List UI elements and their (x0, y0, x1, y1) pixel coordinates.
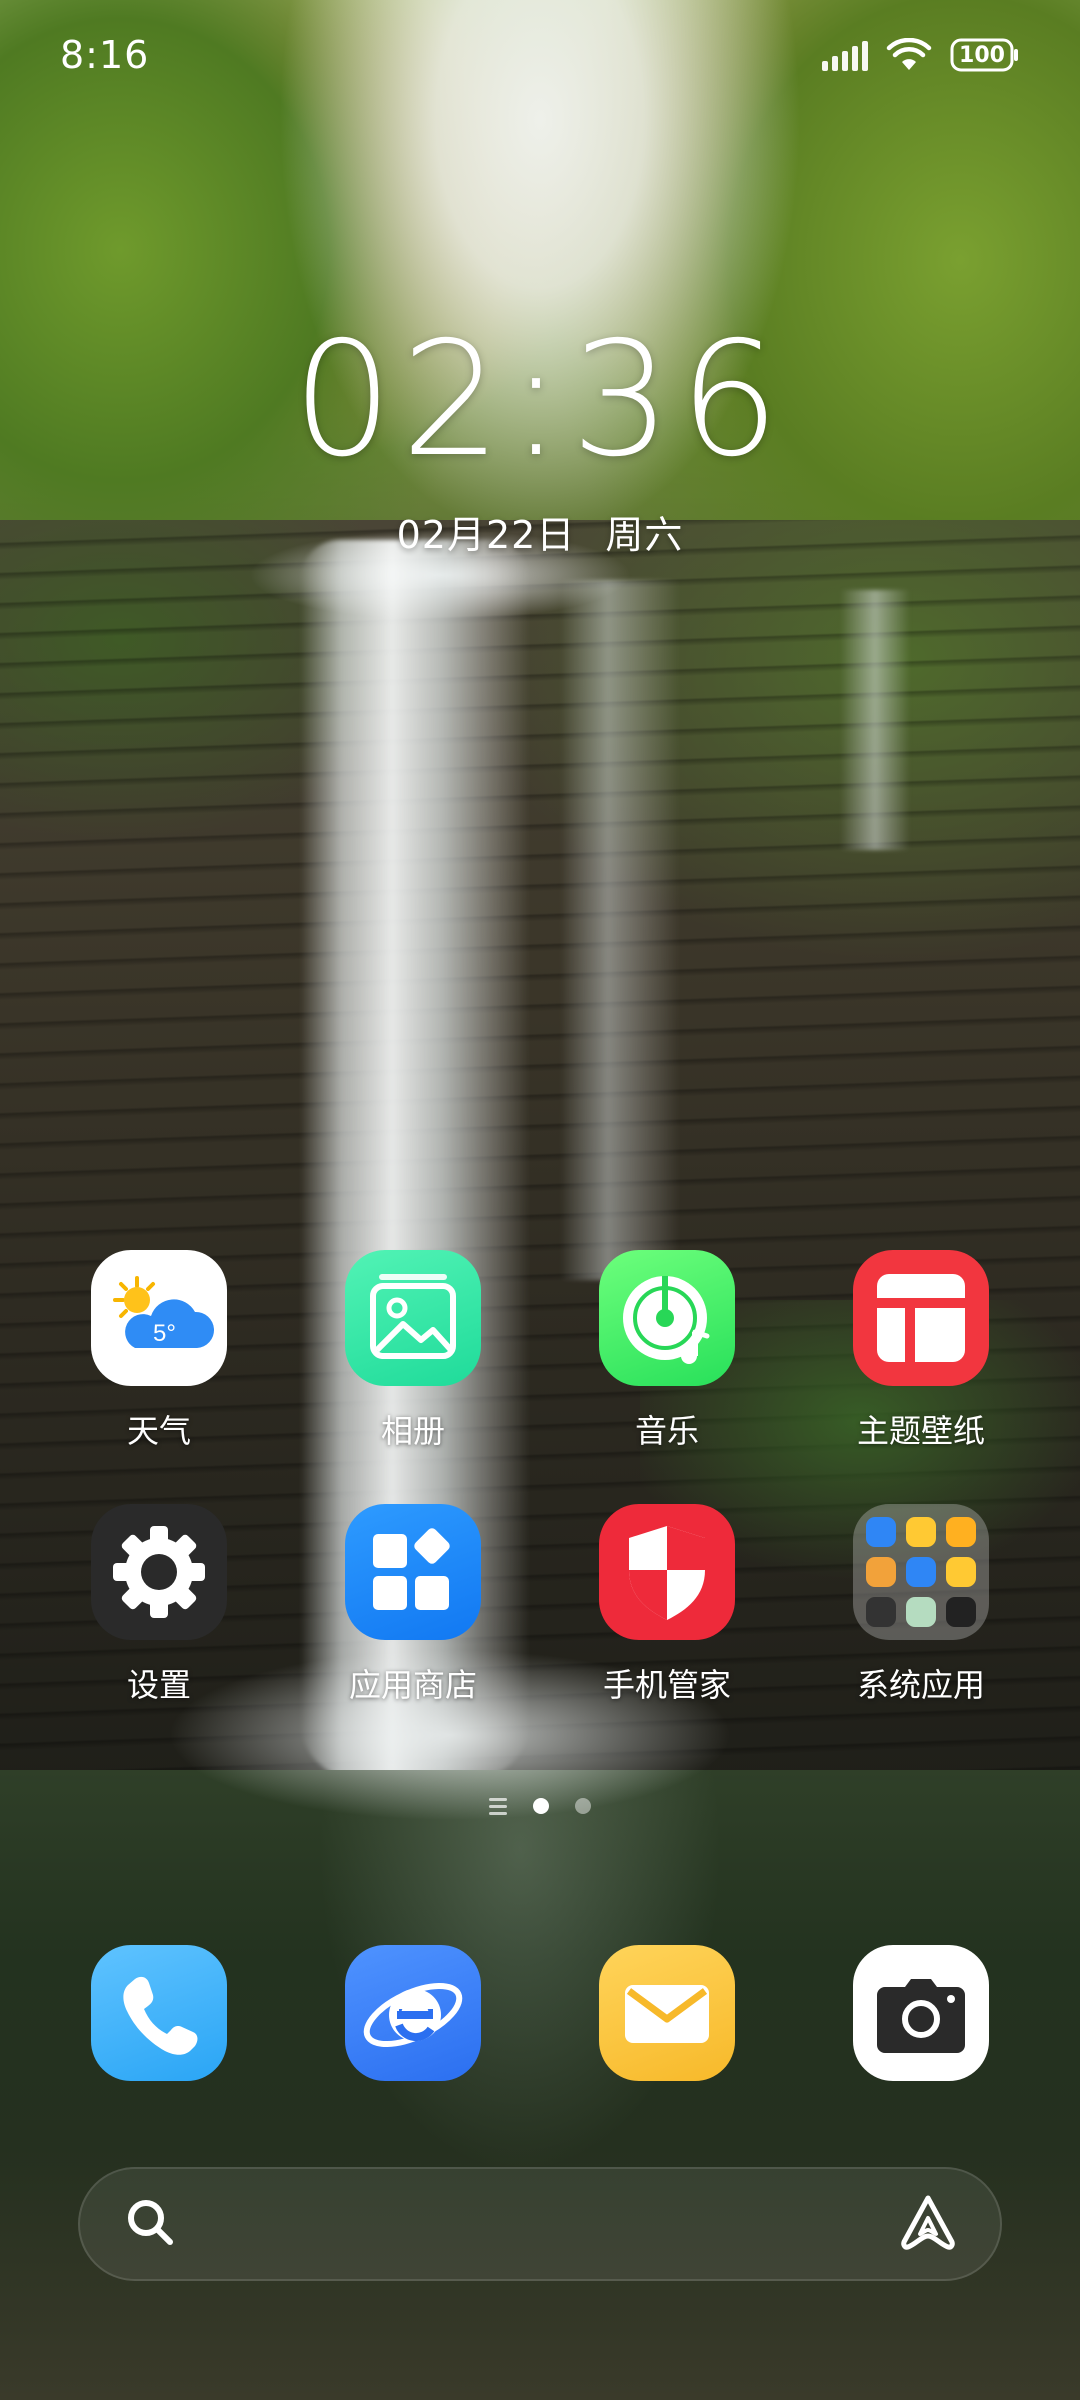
folder-mini-icon (906, 1557, 936, 1587)
app-app-store[interactable]: 应用商店 (286, 1504, 540, 1706)
theme-icon (853, 1250, 989, 1386)
dock-camera[interactable] (794, 1945, 1048, 2081)
folder-preview (866, 1517, 976, 1627)
clock-date-line: 02月22日 周六 (0, 504, 1080, 559)
folder-mini-icon (946, 1517, 976, 1547)
battery-icon: 100 (950, 38, 1020, 72)
weather-temperature: 5° (153, 1320, 176, 1347)
folder-mini-icon (866, 1557, 896, 1587)
status-icons: 100 (822, 38, 1020, 72)
app-gallery[interactable]: 相册 (286, 1250, 540, 1452)
gallery-icon (345, 1250, 481, 1386)
dock (0, 1945, 1080, 2081)
dock-browser[interactable] (286, 1945, 540, 2081)
status-bar: 8:16 100 (0, 0, 1080, 110)
wallpaper-waterfall-secondary (560, 580, 680, 1280)
battery-level: 100 (959, 42, 1005, 68)
search-bar[interactable] (78, 2167, 1002, 2281)
signal-icon (822, 39, 868, 71)
phone-icon (91, 1945, 227, 2081)
app-music[interactable]: 音乐 (540, 1250, 794, 1452)
app-grid: 5° 天气 相册 音乐 主题壁纸 设置 应用商店 手机管家 系统应用 (0, 1250, 1080, 1706)
app-label: 天气 (126, 1412, 191, 1450)
page-indicator[interactable] (0, 1794, 1080, 1818)
search-icon[interactable] (122, 2194, 178, 2254)
camera-icon (853, 1945, 989, 2081)
folder-mini-icon (906, 1517, 936, 1547)
page-dot-2[interactable] (575, 1798, 591, 1814)
folder-mini-icon (866, 1517, 896, 1547)
app-system-folder[interactable]: 系统应用 (794, 1504, 1048, 1706)
app-weather[interactable]: 5° 天气 (32, 1250, 286, 1452)
status-time: 8:16 (60, 33, 150, 77)
folder-icon (853, 1504, 989, 1640)
folder-mini-icon (946, 1597, 976, 1627)
app-label: 主题壁纸 (856, 1412, 985, 1450)
dock-mail[interactable] (540, 1945, 794, 2081)
app-label: 设置 (126, 1666, 191, 1704)
app-settings[interactable]: 设置 (32, 1504, 286, 1706)
clock-time: 02:36 (292, 308, 788, 492)
app-list-icon[interactable] (489, 1797, 507, 1815)
wallpaper-pool (0, 1770, 1080, 2400)
folder-mini-icon (866, 1597, 896, 1627)
gear-icon (91, 1504, 227, 1640)
folder-mini-icon (906, 1597, 936, 1627)
app-label: 应用商店 (348, 1666, 477, 1704)
app-phone-manager[interactable]: 手机管家 (540, 1504, 794, 1706)
dock-phone[interactable] (32, 1945, 286, 2081)
app-label: 系统应用 (856, 1666, 985, 1704)
music-icon (599, 1250, 735, 1386)
clock-widget[interactable]: 02:36 02月22日 周六 (0, 310, 1080, 559)
clock-date: 02月22日 (396, 513, 576, 557)
app-label: 音乐 (634, 1412, 699, 1450)
browser-icon (345, 1945, 481, 2081)
wifi-icon (886, 38, 932, 72)
weather-icon: 5° (91, 1250, 227, 1386)
app-theme-wallpaper[interactable]: 主题壁纸 (794, 1250, 1048, 1452)
mail-icon (599, 1945, 735, 2081)
folder-mini-icon (946, 1557, 976, 1587)
app-label: 手机管家 (602, 1666, 731, 1704)
app-store-icon (345, 1504, 481, 1640)
page-dot-1[interactable] (533, 1798, 549, 1814)
clock-weekday: 周六 (605, 513, 684, 557)
wallpaper-waterfall-far (840, 590, 910, 850)
app-label: 相册 (380, 1412, 445, 1450)
assistant-icon[interactable] (896, 2192, 960, 2256)
shield-icon (599, 1504, 735, 1640)
